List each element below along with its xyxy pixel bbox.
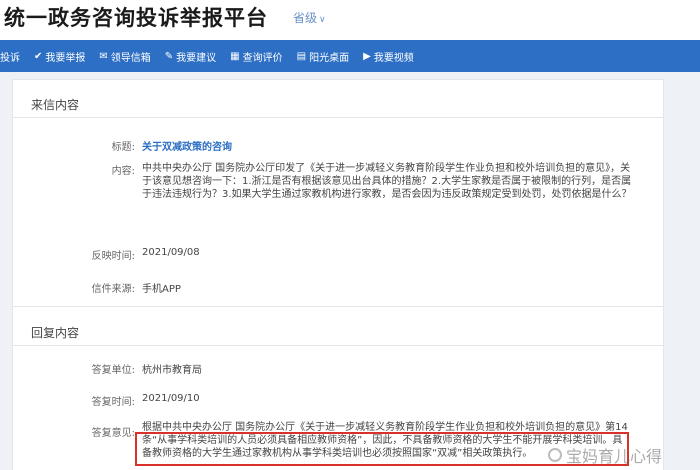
nav-item-video[interactable]: ▶ 我要视频 xyxy=(357,40,422,72)
province-label: 省级 xyxy=(293,11,318,25)
watermark-text: 宝妈育儿心得 xyxy=(566,447,663,466)
reply-time-label: 答复时间: xyxy=(91,397,135,408)
subject-label: 标题: xyxy=(111,142,135,153)
site-header: 统一政务咨询投诉举报平台 省级 ∨ xyxy=(0,0,700,40)
watermark-logo-icon xyxy=(548,448,562,462)
chevron-down-icon: ∨ xyxy=(319,15,326,25)
nav-label: 查询评价 xyxy=(242,52,283,64)
letter-subject: 关于双减政策的咨询 xyxy=(142,142,232,153)
nav-label: 投诉 xyxy=(0,52,20,64)
reply-unit-label: 答复单位: xyxy=(91,365,135,376)
letter-content: 中共中央办公厅 国务院办公厅印发了《关于进一步减轻义务教育阶段学生作业负担和校外… xyxy=(142,163,632,200)
nav-label: 我要视频 xyxy=(373,52,414,64)
divider xyxy=(13,117,665,118)
divider xyxy=(13,306,665,307)
nav-item-mailbox[interactable]: ✉ 领导信箱 xyxy=(93,40,158,72)
grid-icon: ▦ xyxy=(230,50,240,62)
nav-label: 我要建议 xyxy=(176,52,217,64)
pencil-icon: ✎ xyxy=(164,50,174,62)
reply-time: 2021/09/10 xyxy=(142,393,200,404)
letter-source: 手机APP xyxy=(142,284,181,295)
envelope-icon: ✉ xyxy=(99,50,108,62)
nav-item-suggest[interactable]: ✎ 我要建议 xyxy=(159,40,224,72)
nav-item-sunshine[interactable]: ▤ 阳光桌面 xyxy=(291,40,357,72)
nav-item-complaint[interactable]: 投诉 xyxy=(0,40,28,72)
reply-section-title: 回复内容 xyxy=(31,326,80,340)
check-icon: ✔ xyxy=(34,50,43,62)
divider xyxy=(13,345,665,346)
content-panel: 来信内容 标题: 关于双减政策的咨询 内容: 中共中央办公厅 国务院办公厅印发了… xyxy=(12,79,665,470)
nav-item-query[interactable]: ▦ 查询评价 xyxy=(224,40,290,72)
nav-item-report[interactable]: ✔ 我要举报 xyxy=(28,40,93,72)
nav-label: 领导信箱 xyxy=(110,52,151,64)
nav-label: 阳光桌面 xyxy=(309,52,350,64)
site-title: 统一政务咨询投诉举报平台 xyxy=(4,5,268,30)
nav-label: 我要举报 xyxy=(45,52,86,64)
main-nav: 投诉 ✔ 我要举报 ✉ 领导信箱 ✎ 我要建议 ▦ 查询评价 ▤ 阳光桌面 ▶ … xyxy=(0,40,700,72)
reply-unit: 杭州市教育局 xyxy=(142,365,202,376)
letter-time: 2021/09/08 xyxy=(142,247,200,258)
letter-section-title: 来信内容 xyxy=(31,98,80,112)
source-label: 信件来源: xyxy=(91,284,135,295)
content-label: 内容: xyxy=(111,166,135,177)
time-label: 反映时间: xyxy=(91,251,135,262)
reply-opinion-label: 答复意见: xyxy=(91,428,135,439)
desktop-icon: ▤ xyxy=(296,50,307,62)
province-selector[interactable]: 省级 ∨ xyxy=(293,9,326,26)
watermark: 宝妈育儿心得 xyxy=(548,444,698,466)
video-icon: ▶ xyxy=(363,50,371,62)
